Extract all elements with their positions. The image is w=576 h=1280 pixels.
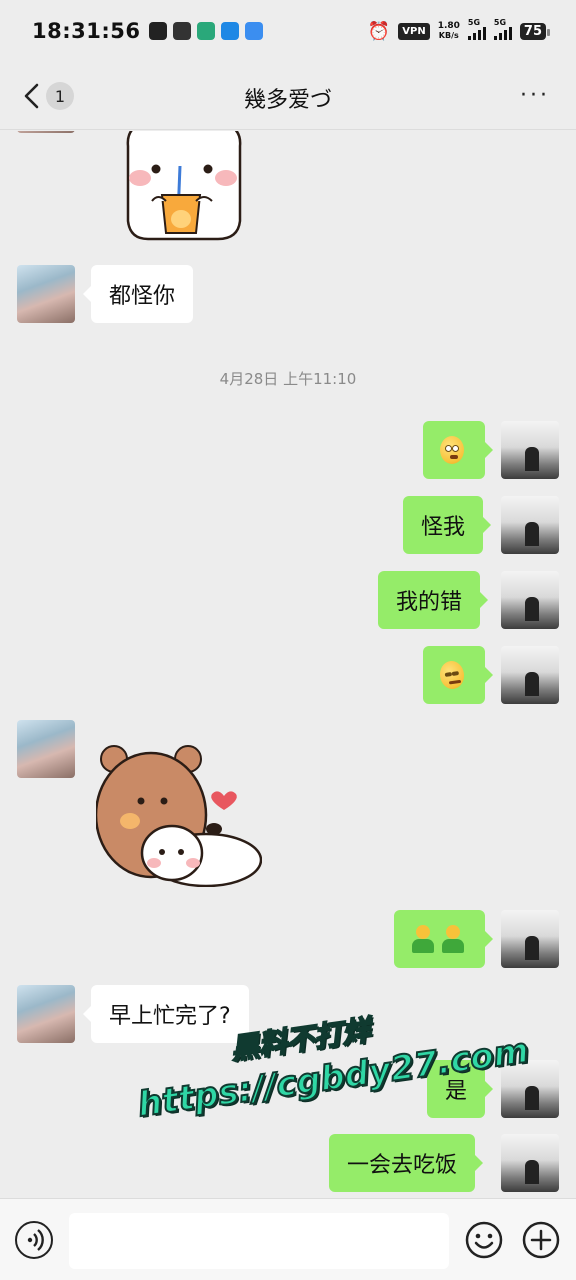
alarm-icon: ⏰ (367, 20, 391, 42)
message-input[interactable] (69, 1213, 449, 1269)
emoji-button[interactable] (465, 1221, 503, 1259)
voice-button[interactable] (15, 1221, 53, 1259)
app-notification-icon (221, 22, 240, 40)
voice-icon (27, 1229, 44, 1251)
input-bar (0, 1198, 576, 1280)
status-bar: 18:31:56 ⏰ VPN 1.80 KB/s 5G 5G 75 (0, 0, 576, 62)
message-bubble-outgoing[interactable] (423, 646, 493, 704)
signal-icon: 5G (493, 18, 512, 40)
clock: 18:31:56 (32, 19, 141, 43)
notification-icons (149, 22, 264, 40)
contact-avatar[interactable] (17, 131, 75, 133)
message-bubble-incoming[interactable]: 都怪你 (82, 265, 194, 323)
app-notification-icon (173, 22, 192, 40)
message-text: 都怪你 (109, 284, 176, 309)
message-bubble-outgoing[interactable]: 我的错 (378, 571, 489, 629)
sticker-bear-panda[interactable] (96, 745, 262, 887)
message-text: 是 (445, 1079, 468, 1104)
app-notification-icon (197, 22, 216, 40)
vpn-badge: VPN (398, 22, 430, 40)
network-speed: 1.80 KB/s (437, 21, 460, 41)
message-bubble-outgoing[interactable]: 怪我 (403, 496, 492, 554)
contact-avatar[interactable] (17, 720, 75, 778)
smiley-icon (465, 1221, 503, 1259)
message-text: 一会去吃饭 (347, 1153, 458, 1178)
chat-header: 1 幾多爱づ ··· (0, 62, 576, 130)
more-options-button[interactable]: ··· (520, 85, 550, 107)
my-avatar[interactable] (501, 496, 559, 554)
message-bubble-outgoing[interactable] (394, 910, 493, 968)
contact-avatar[interactable] (17, 265, 75, 323)
signal-icon: 5G (467, 18, 486, 40)
my-avatar[interactable] (501, 1134, 559, 1192)
contact-avatar[interactable] (17, 985, 75, 1043)
app-notification-icon (149, 22, 168, 40)
flushed-face-emoji (440, 436, 464, 464)
message-bubble-outgoing[interactable]: 一会去吃饭 (329, 1134, 484, 1192)
message-bubble-outgoing[interactable] (423, 421, 493, 479)
message-text: 怪我 (421, 515, 466, 540)
message-timestamp: 4月28日 上午11:10 (219, 370, 357, 388)
message-text: 我的错 (396, 590, 463, 615)
my-avatar[interactable] (501, 571, 559, 629)
app-notification-icon (245, 22, 264, 40)
my-avatar[interactable] (501, 421, 559, 479)
message-list[interactable]: 都怪你 4月28日 上午11:10 怪我 我的错 早上忙完了? 是 一会去吃饭 (0, 131, 576, 1198)
chat-title: 幾多爱づ (243, 88, 332, 113)
my-avatar[interactable] (501, 646, 559, 704)
more-functions-button[interactable] (522, 1221, 560, 1259)
plus-icon (522, 1221, 560, 1259)
message-bubble-incoming[interactable]: 早上忙完了? (83, 985, 249, 1043)
man-emoji (441, 925, 465, 953)
my-avatar[interactable] (501, 1060, 559, 1118)
message-bubble-outgoing[interactable]: 是 (427, 1060, 494, 1118)
smirk-face-emoji (438, 659, 466, 691)
message-text: 早上忙完了? (109, 1004, 231, 1029)
sticker-drink[interactable] (118, 131, 248, 251)
battery-indicator: 75 (519, 22, 551, 40)
man-emoji (411, 925, 435, 953)
my-avatar[interactable] (501, 910, 559, 968)
